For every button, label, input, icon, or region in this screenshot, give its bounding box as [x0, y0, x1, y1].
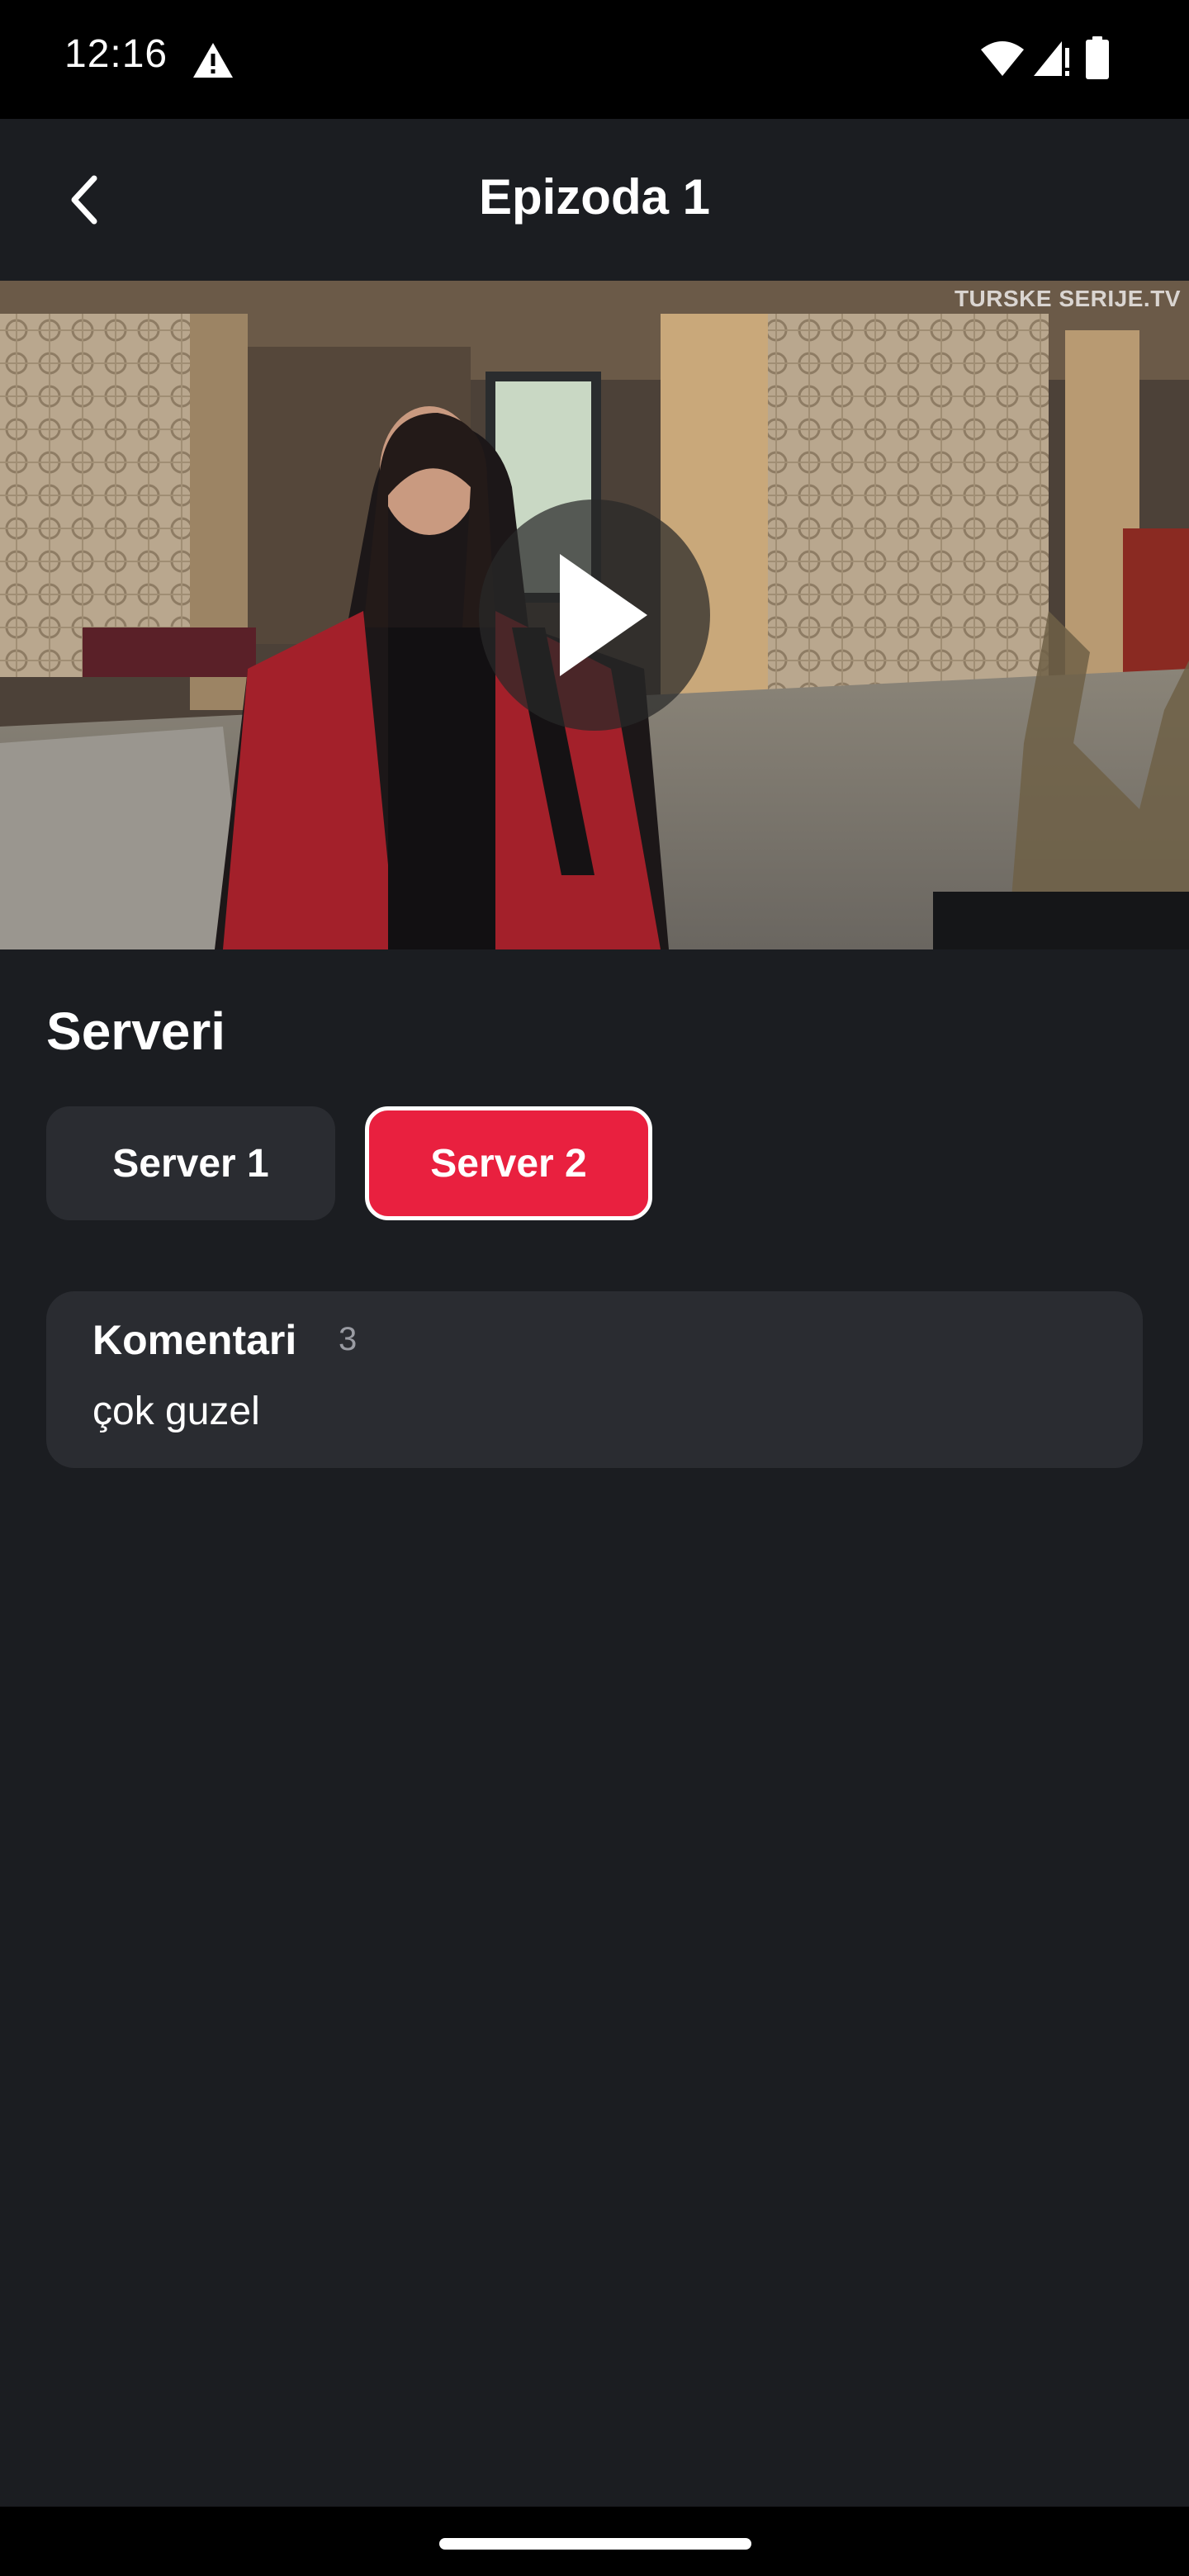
comment-preview: çok guzel: [92, 1390, 260, 1433]
comments-title: Komentari: [92, 1317, 297, 1363]
play-icon: [560, 554, 647, 676]
comments-card[interactable]: Komentari 3 çok guzel: [46, 1291, 1143, 1468]
video-player[interactable]: TURSKE SERIJE.TV: [0, 281, 1189, 949]
battery-icon: [1086, 36, 1109, 79]
status-time: 12:16: [64, 32, 168, 76]
comments-count: 3: [339, 1321, 358, 1357]
wifi-icon: [981, 41, 1024, 76]
warning-icon: [193, 43, 233, 78]
navigation-bar: [0, 2507, 1189, 2576]
play-button[interactable]: [479, 500, 710, 731]
status-bar: 12:16: [0, 0, 1189, 119]
server-1-button[interactable]: Server 1: [46, 1106, 335, 1220]
page-title: Epizoda 1: [478, 169, 711, 225]
home-handle[interactable]: [439, 2538, 751, 2550]
server-2-button[interactable]: Server 2: [365, 1106, 652, 1220]
watermark: TURSKE SERIJE.TV: [954, 286, 1181, 311]
signal-icon: [1034, 41, 1069, 76]
app-bar: Epizoda 1: [0, 119, 1189, 281]
servers-heading: Serveri: [46, 1002, 226, 1061]
